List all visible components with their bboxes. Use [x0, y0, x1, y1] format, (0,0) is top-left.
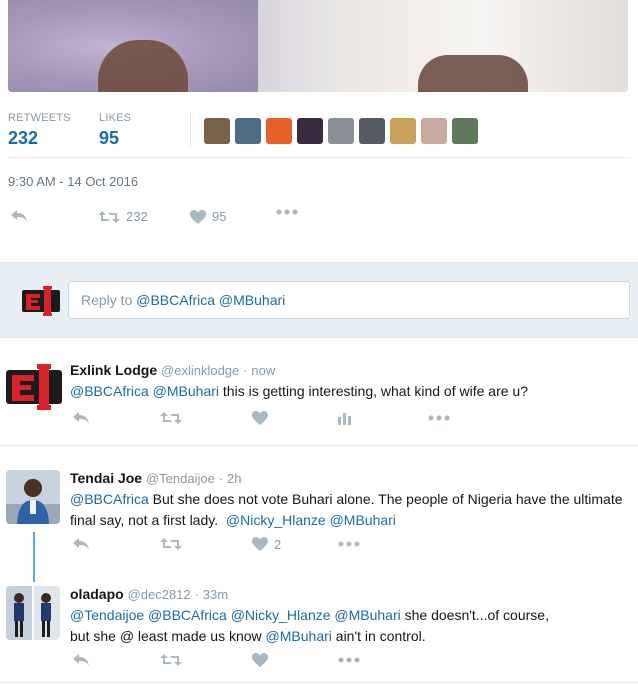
- mention-link[interactable]: @Tendaijoe @BBCAfrica @Nicky_Hlanze @MBu…: [70, 607, 401, 623]
- separator-dot: ·: [218, 471, 224, 486]
- tweet-header: oladapo @dec2812 · 33m: [70, 586, 228, 602]
- liker-avatar[interactable]: [359, 118, 385, 144]
- retweet-button[interactable]: [160, 653, 182, 667]
- like-count: 2: [274, 536, 282, 552]
- retweet-button[interactable]: 232: [98, 209, 148, 224]
- user-avatar-logo[interactable]: [22, 284, 60, 318]
- user-handle[interactable]: @dec2812: [128, 587, 191, 602]
- retweet-count: 232: [126, 209, 148, 224]
- liker-avatar[interactable]: [328, 118, 354, 144]
- separator-dot: ·: [194, 587, 199, 602]
- reply-button[interactable]: [72, 653, 90, 667]
- reply-button[interactable]: [72, 411, 90, 425]
- mention-link[interactable]: @Nicky_Hlanze @MBuhari: [226, 512, 396, 528]
- tweet-body: but she @ least made us know: [70, 628, 266, 644]
- more-dots-icon: [276, 209, 298, 215]
- likes-label: LIKES: [99, 112, 132, 124]
- display-name[interactable]: oladapo: [70, 586, 124, 602]
- tweet-text: @BBCAfrica @MBuhari this is getting inte…: [70, 381, 630, 402]
- avatar[interactable]: [6, 470, 60, 524]
- analytics-button[interactable]: [338, 411, 352, 425]
- display-name[interactable]: Exlink Lodge: [70, 362, 157, 378]
- like-count: 95: [212, 209, 227, 224]
- more-button[interactable]: [428, 415, 450, 421]
- retweet-button[interactable]: [160, 411, 182, 425]
- display-name[interactable]: Tendai Joe: [70, 470, 142, 486]
- more-button[interactable]: [276, 209, 298, 215]
- user-handle[interactable]: @Tendaijoe: [146, 471, 215, 486]
- heart-icon: [252, 653, 268, 667]
- mention-link[interactable]: @BBCAfrica @MBuhari: [70, 383, 219, 399]
- heart-icon: [252, 411, 268, 425]
- retweets-count[interactable]: 232: [8, 128, 38, 149]
- retweet-icon: [160, 412, 182, 424]
- heart-icon: [190, 209, 206, 224]
- reply-prefix: Reply to: [81, 292, 137, 308]
- tweet-stats: RETWEETS 232 LIKES 95: [8, 112, 630, 158]
- analytics-bars-icon: [338, 413, 351, 425]
- tweet-header: Exlink Lodge @exlinklodge · now: [70, 362, 275, 378]
- liker-avatar[interactable]: [266, 118, 292, 144]
- likes-count[interactable]: 95: [99, 128, 119, 149]
- retweet-button[interactable]: [160, 537, 182, 551]
- tweet-body: ain't in control.: [331, 628, 426, 644]
- reply-arrow-icon: [73, 538, 89, 550]
- tweet-text: @Tendaijoe @BBCAfrica @Nicky_Hlanze @MBu…: [70, 605, 636, 647]
- user-handle[interactable]: @exlinklodge: [161, 363, 239, 378]
- like-button[interactable]: 2: [252, 537, 281, 552]
- tweet-time[interactable]: 33m: [203, 587, 228, 602]
- liker-avatars: [204, 118, 478, 144]
- tweet-timestamp[interactable]: 9:30 AM - 14 Oct 2016: [8, 174, 138, 189]
- avatar[interactable]: [6, 362, 62, 412]
- more-dots-icon: [428, 415, 450, 421]
- like-button[interactable]: [252, 653, 268, 667]
- reply-arrow-icon: [73, 654, 89, 666]
- stats-divider: [190, 112, 191, 146]
- reply-arrow-icon: [11, 210, 27, 222]
- tweet-text: @BBCAfrica But she does not vote Buhari …: [70, 489, 636, 531]
- like-button[interactable]: 95: [190, 209, 226, 224]
- liker-avatar[interactable]: [235, 118, 261, 144]
- separator-dot: ·: [243, 363, 248, 378]
- like-button[interactable]: [252, 411, 268, 425]
- tweet-item[interactable]: Tendai Joe @Tendaijoe · 2h @BBCAfrica Bu…: [0, 456, 638, 576]
- more-dots-icon: [338, 541, 360, 547]
- more-dots-icon: [338, 657, 360, 663]
- tweet-time[interactable]: now: [251, 363, 275, 378]
- retweet-icon: [160, 654, 182, 666]
- tweet-time[interactable]: 2h: [227, 471, 241, 486]
- photo-hands-right: [418, 55, 528, 92]
- liker-avatar[interactable]: [390, 118, 416, 144]
- reply-button[interactable]: [72, 537, 90, 551]
- liker-avatar[interactable]: [297, 118, 323, 144]
- heart-icon: [252, 537, 268, 551]
- reply-arrow-icon: [73, 412, 89, 424]
- reply-input[interactable]: Reply to @BBCAfrica @MBuhari: [68, 281, 630, 319]
- more-button[interactable]: [338, 541, 360, 547]
- mention-link[interactable]: @BBCAfrica: [70, 491, 149, 507]
- retweets-label: RETWEETS: [8, 112, 71, 124]
- tweet-item[interactable]: oladapo @dec2812 · 33m @Tendaijoe @BBCAf…: [0, 576, 638, 683]
- reply-mentions: @BBCAfrica @MBuhari: [136, 292, 286, 308]
- retweet-icon: [160, 538, 182, 550]
- reply-button[interactable]: [10, 209, 28, 223]
- avatar[interactable]: [6, 586, 60, 640]
- tweet-header: Tendai Joe @Tendaijoe · 2h: [70, 470, 241, 486]
- tweet-photo[interactable]: [8, 0, 628, 92]
- tweet-body: she doesn't...of course,: [400, 607, 549, 623]
- retweet-icon: [98, 210, 120, 223]
- tweet-item[interactable]: Exlink Lodge @exlinklodge · now @BBCAfri…: [0, 348, 638, 446]
- liker-avatar[interactable]: [204, 118, 230, 144]
- more-button[interactable]: [338, 657, 360, 663]
- liker-avatar[interactable]: [452, 118, 478, 144]
- liker-avatar[interactable]: [421, 118, 447, 144]
- mention-link[interactable]: @MBuhari: [266, 628, 332, 644]
- tweet-body: this is getting interesting, what kind o…: [219, 383, 528, 399]
- thread-connector: [33, 532, 35, 582]
